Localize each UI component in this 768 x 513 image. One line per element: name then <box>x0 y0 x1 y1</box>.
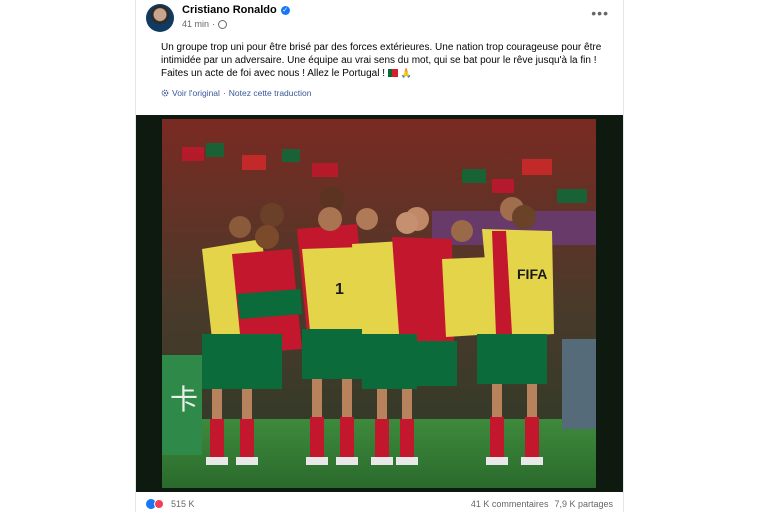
author-row: Cristiano Ronaldo ✓ <box>182 4 290 16</box>
folded-hands-icon: 🙏 <box>400 68 412 78</box>
love-reaction-icon <box>154 499 164 509</box>
avatar[interactable] <box>146 4 174 32</box>
post-card: Cristiano Ronaldo ✓ 41 min · ••• Un grou… <box>135 0 624 512</box>
post-text-body: Un groupe trop uni pour être brisé par d… <box>161 42 602 79</box>
post-footer: 515 K 41 K commentaires 7,9 K partages <box>146 499 613 513</box>
meta-separator: · <box>212 19 216 29</box>
verified-badge-icon: ✓ <box>280 5 290 15</box>
globe-icon <box>218 19 228 29</box>
translation-bar: Voir l'original · Notez cette traduction <box>161 88 311 98</box>
translation-separator: · <box>222 88 226 98</box>
post-meta: 41 min · <box>182 19 228 29</box>
svg-text:卡: 卡 <box>170 383 198 416</box>
post-photo[interactable]: 卡 FIFA 1 <box>162 119 596 488</box>
post-header: Cristiano Ronaldo ✓ 41 min · ••• <box>146 3 613 33</box>
portugal-flag-icon <box>387 69 398 77</box>
shares-count[interactable]: 7,9 K partages <box>554 499 613 509</box>
see-original-link[interactable]: Voir l'original <box>172 88 220 98</box>
jersey-number-text: 1 <box>335 281 344 298</box>
reaction-count: 515 K <box>171 499 195 509</box>
more-options-icon[interactable]: ••• <box>591 6 609 20</box>
engagement-stats: 41 K commentaires 7,9 K partages <box>471 499 613 509</box>
gear-icon <box>161 89 169 97</box>
post-time[interactable]: 41 min <box>182 19 209 29</box>
author-name[interactable]: Cristiano Ronaldo <box>182 4 277 16</box>
team-celebration-image: 卡 FIFA 1 <box>162 119 596 488</box>
post-text: Un groupe trop uni pour être brisé par d… <box>161 41 605 80</box>
comments-count[interactable]: 41 K commentaires <box>471 499 549 509</box>
reactions-summary[interactable]: 515 K <box>146 499 195 509</box>
rate-translation-link[interactable]: Notez cette traduction <box>229 88 312 98</box>
jersey-fifa-text: FIFA <box>517 266 547 282</box>
photo-frame: 卡 FIFA 1 <box>136 115 623 492</box>
